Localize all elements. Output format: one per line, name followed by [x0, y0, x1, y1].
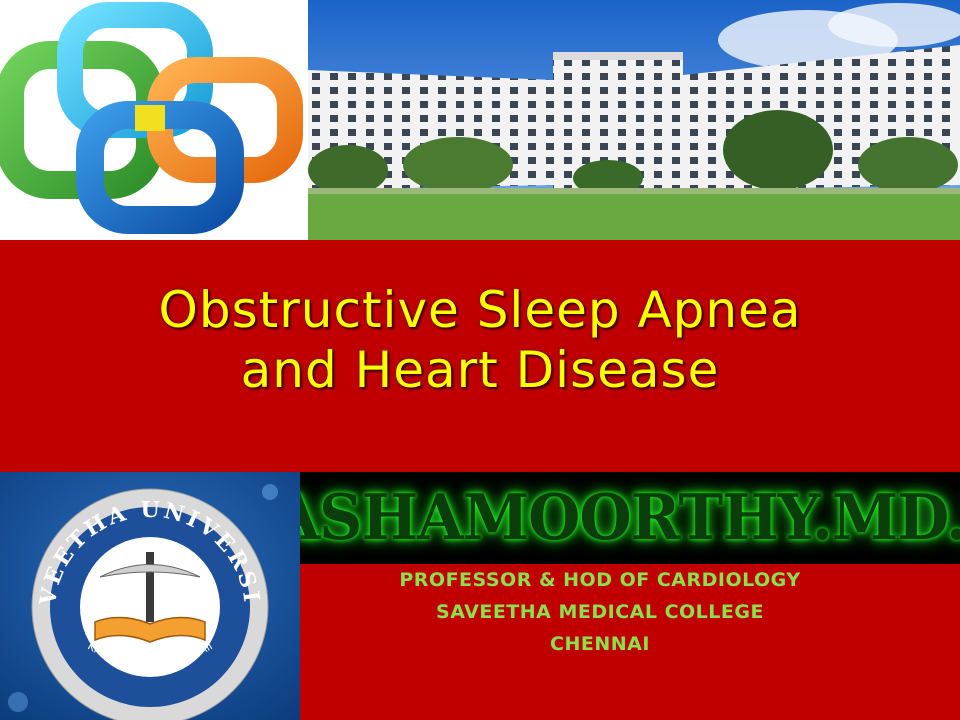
slide-title: Obstructive Sleep Apnea and Heart Diseas… [0, 280, 960, 400]
affiliation-position: PROFESSOR & HOD OF CARDIOLOGY [399, 569, 801, 591]
slide-title-line-1: Obstructive Sleep Apnea [158, 281, 802, 339]
slide-title-line-2: and Heart Disease [240, 341, 720, 399]
campus-building-photo [308, 0, 960, 240]
campus-illustration [308, 0, 960, 240]
university-seal-panel: SAVEETHA UNIVERSITY 2005 Knowledge Conqu… [0, 472, 300, 720]
yellow-center-shape [135, 105, 165, 131]
title-band: Obstructive Sleep Apnea and Heart Diseas… [0, 240, 960, 472]
author-affiliation: PROFESSOR & HOD OF CARDIOLOGY SAVEETHA M… [300, 564, 900, 674]
author-name: Dr.ASHAMOORTHY.MD.DM [300, 481, 960, 555]
interlocking-squares-logo [0, 2, 303, 234]
affiliation-institution: SAVEETHA MEDICAL COLLEGE [436, 601, 764, 623]
logo-panel [0, 0, 308, 240]
author-name-banner: Dr.ASHAMOORTHY.MD.DM [300, 472, 960, 564]
affiliation-city: CHENNAI [550, 633, 650, 655]
university-seal: SAVEETHA UNIVERSITY 2005 Knowledge Conqu… [0, 472, 300, 720]
